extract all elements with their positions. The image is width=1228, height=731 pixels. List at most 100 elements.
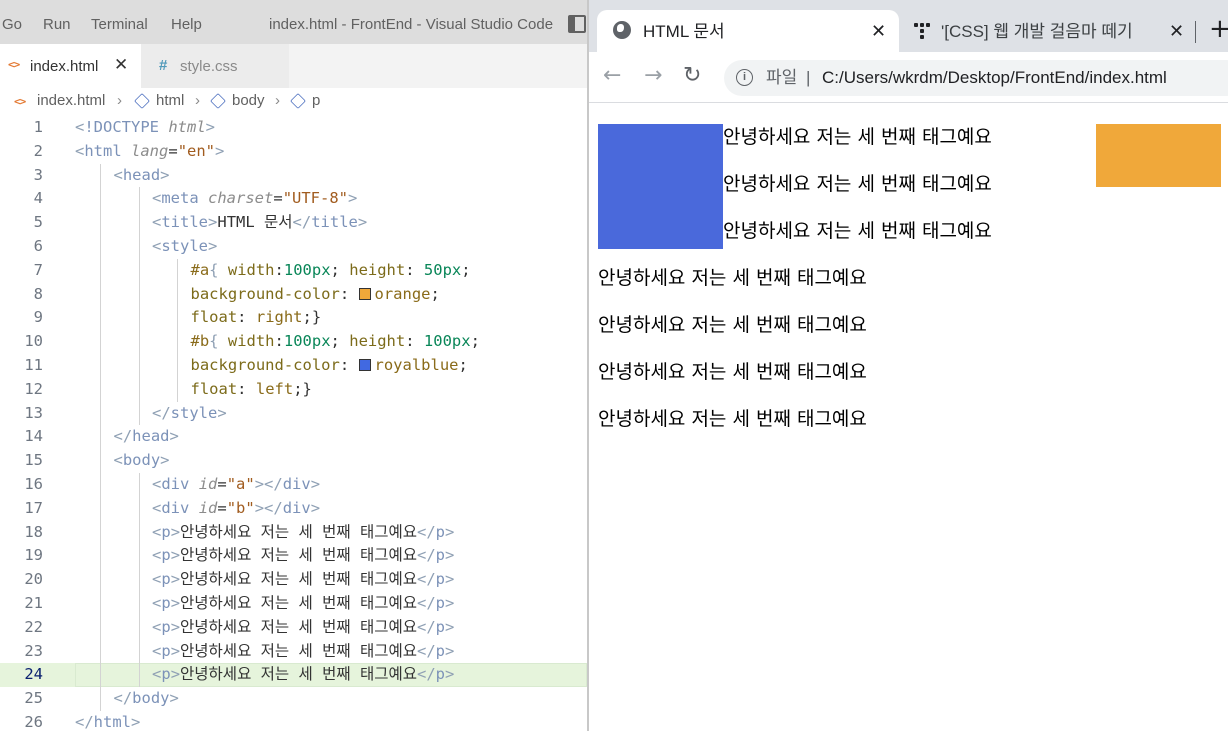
close-tab-icon[interactable]: ✕ [1169,20,1184,42]
code-line[interactable]: 20 <p>안녕하세요 저는 세 번째 태그예요</p> [0,568,587,592]
breadcrumb-item[interactable]: html [156,92,184,110]
close-icon[interactable]: ✕ [114,55,128,75]
indent-guide [100,473,101,497]
indent-guide [100,544,101,569]
color-swatch[interactable] [358,287,371,300]
code-line[interactable]: 16 <div id="a"></div> [0,473,587,497]
page-viewport: 안녕하세요 저는 세 번째 태그예요 안녕하세요 저는 세 번째 태그예요 안녕… [589,104,1228,731]
element-cube-icon [134,93,150,109]
line-number: 22 [24,617,43,636]
line-number: 5 [33,213,43,232]
window-title: index.html - FrontEnd - Visual Studio Co… [269,16,554,33]
tab-separator [1195,21,1196,43]
breadcrumb-item[interactable]: p [312,92,320,110]
line-number: 17 [24,498,43,517]
line-number: 19 [24,546,43,565]
browser-tab-active[interactable]: HTML 문서 ✕ [597,10,899,52]
menu-run[interactable]: Run [43,16,71,34]
code-line[interactable]: 14 </head> [0,425,587,450]
vscode-window: Go Run Terminal Help index.html - FrontE… [0,0,587,731]
browser-tab[interactable]: '[CSS] 웹 개발 걸음마 떼기 ✕ [899,10,1199,52]
code-line[interactable]: 21 <p>안녕하세요 저는 세 번째 태그예요</p> [0,592,587,616]
code-line[interactable]: 25 </body> [0,687,587,711]
menu-help[interactable]: Help [171,16,202,34]
indent-guide [100,187,101,212]
indent-guide [138,187,140,212]
line-number: 2 [33,141,43,160]
line-number: 8 [33,284,43,303]
paragraph: 안녕하세요 저는 세 번째 태그예요 [598,408,867,430]
code-line[interactable]: 4 <meta charset="UTF-8"> [0,187,587,212]
close-tab-icon[interactable]: ✕ [871,20,886,42]
indent-guide [138,330,140,354]
code-line[interactable]: 8 background-color: orange; [0,282,587,307]
breadcrumb: <> index.html › html › body › p [0,88,587,114]
code-line[interactable]: 15 <body> [0,449,587,473]
line-number: 4 [33,189,43,208]
indent-guide [177,330,178,354]
code-line[interactable]: 22 <p>안녕하세요 저는 세 번째 태그예요</p> [0,615,587,640]
indent-guide [138,282,140,307]
code-line[interactable]: 11 background-color: royalblue; [0,354,587,378]
code-line[interactable]: 2 <html lang="en"> [0,140,587,164]
breadcrumb-item[interactable]: index.html [37,92,105,110]
indent-guide [138,663,140,688]
toggle-sidebar-icon[interactable] [568,15,586,33]
back-arrow-icon[interactable]: ← [603,63,621,89]
menu-go[interactable]: Go [2,16,22,34]
code-text: <p>안녕하세요 저는 세 번째 태그예요</p> [152,546,455,565]
browser-window: HTML 문서 ✕ '[CSS] 웹 개발 걸음마 떼기 ✕ + ← → ↻ i… [589,0,1228,731]
color-swatch[interactable] [358,359,371,371]
paragraph: 안녕하세요 저는 세 번째 태그예요 [598,267,867,289]
indent-guide [100,687,101,711]
globe-icon [613,21,631,39]
indent-guide [100,377,101,402]
menu-terminal[interactable]: Terminal [91,16,148,34]
code-line[interactable]: 26 </html> [0,711,587,731]
line-number: 3 [33,165,43,184]
code-line[interactable]: 3 <head> [0,163,587,188]
code-line[interactable]: 6 <style> [0,235,587,259]
address-url[interactable]: C:/Users/wkrdm/Desktop/FrontEnd/index.ht… [822,68,1167,88]
indent-guide [100,663,101,688]
address-bar[interactable]: i 파일 | C:/Users/wkrdm/Desktop/FrontEnd/i… [724,60,1228,96]
info-icon[interactable]: i [736,69,753,86]
code-line[interactable]: 18 <p>안녕하세요 저는 세 번째 태그예요</p> [0,520,587,545]
tab-index-html[interactable]: <> index.html ✕ [0,44,141,88]
paragraph: 안녕하세요 저는 세 번째 태그예요 [723,126,992,148]
html-icon: <> [8,58,20,71]
indent-guide [138,473,140,497]
editor-tabbar: <> index.html ✕ # style.css [0,44,587,88]
code-line[interactable]: 5 <title>HTML 문서</title> [0,211,587,235]
code-text: <div id="a"></div> [152,475,321,493]
code-line[interactable]: 19 <p>안녕하세요 저는 세 번째 태그예요</p> [0,544,587,569]
css-hash-icon: # [159,57,168,74]
line-number: 12 [24,379,43,398]
code-line[interactable]: 23 <p>안녕하세요 저는 세 번째 태그예요</p> [0,639,587,664]
indent-guide [138,520,140,545]
tab-style-css[interactable]: # style.css [141,44,289,88]
line-number: 11 [24,356,43,374]
code-text: </style> [152,403,227,422]
forward-arrow-icon[interactable]: → [644,63,662,89]
reload-icon[interactable]: ↻ [683,63,701,89]
code-line[interactable]: 17 <div id="b"></div> [0,496,587,521]
code-line[interactable]: 7 #a{ width:100px; height: 50px; [0,258,587,283]
code-line[interactable]: 10 #b{ width:100px; height: 100px; [0,330,587,354]
code-editor[interactable]: 1 <!DOCTYPE html> 2 <html lang="en"> 3 <head>… [0,114,587,731]
new-tab-button[interactable]: + [1209,14,1228,44]
code-line[interactable]: 13 </style> [0,401,587,426]
line-number: 6 [33,237,43,255]
code-line[interactable]: 12 float: left;} [0,377,587,402]
code-line[interactable]: 1 <!DOCTYPE html> [0,116,587,140]
indent-guide [138,592,140,616]
line-number: 14 [24,427,43,446]
indent-guide [138,401,140,426]
paragraph: 안녕하세요 저는 세 번째 태그예요 [723,220,992,242]
code-line[interactable]: 9 float: right;} [0,306,587,331]
indent-guide [100,235,101,259]
code-line[interactable]: 24 <p>안녕하세요 저는 세 번째 태그예요</p> [0,663,587,688]
indent-guide [100,496,101,521]
breadcrumb-item[interactable]: body [232,92,265,110]
code-text: <html lang="en"> [75,141,225,160]
